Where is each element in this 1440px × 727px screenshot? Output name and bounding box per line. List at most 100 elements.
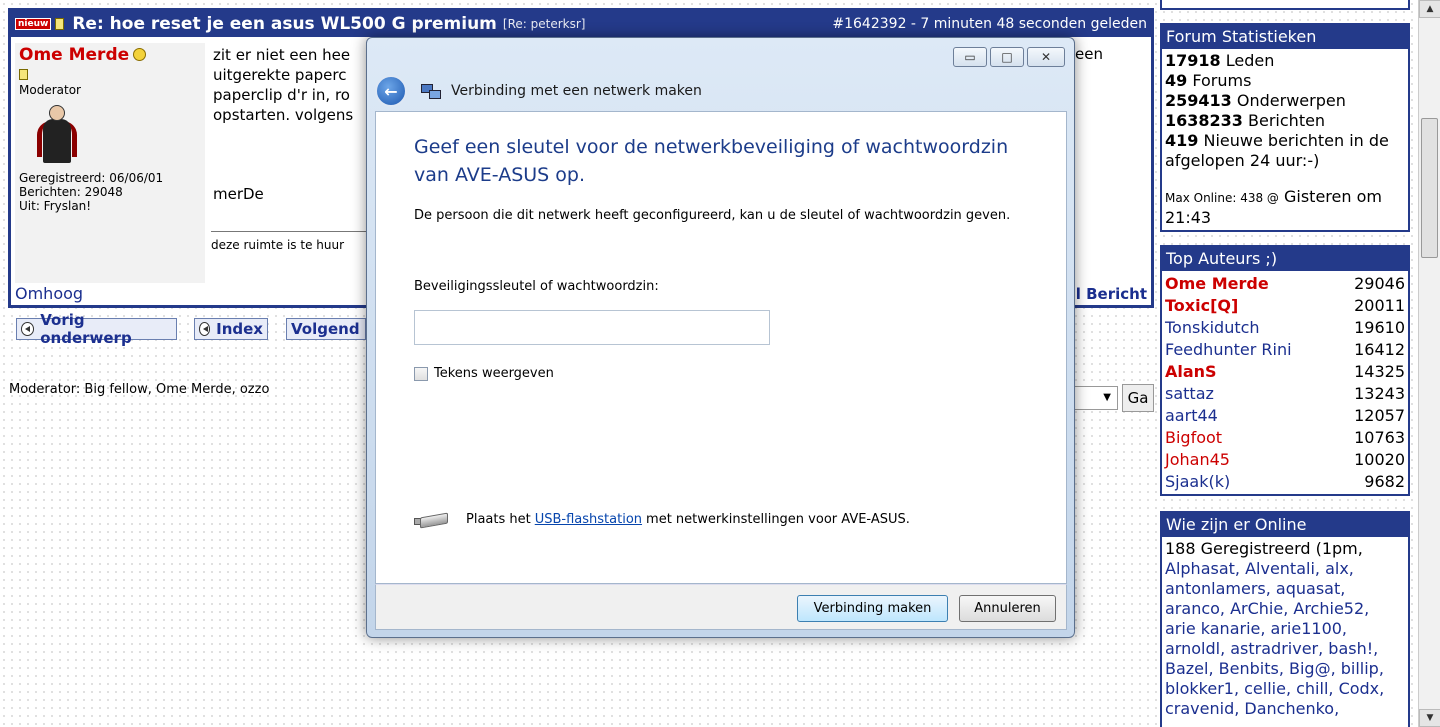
cancel-button[interactable]: Annuleren <box>959 595 1056 622</box>
author-column: Ome Merde Moderator Geregistreerd: 06/06… <box>15 43 205 283</box>
author-row: Ome Merde 29046 <box>1165 273 1405 295</box>
post-signature: merDe <box>213 185 264 203</box>
online-users-line[interactable]: Alphasat, Alventali, alx, <box>1165 559 1405 579</box>
online-users-list: 188 Geregistreerd (1pm, Alphasat, Alventa… <box>1162 537 1408 721</box>
author-row-count: 12057 <box>1354 406 1405 425</box>
arrow-up-icon <box>199 322 211 336</box>
author-row-name[interactable]: Ome Merde <box>1165 274 1269 294</box>
dialog-content: Geef een sleutel voor de netwerkbeveilig… <box>375 111 1067 584</box>
index-button[interactable]: Index <box>194 318 268 340</box>
minimize-button[interactable]: ▭ <box>953 47 987 67</box>
author-row-name[interactable]: Tonskidutch <box>1165 318 1260 338</box>
online-users-line[interactable]: blokker1, cellie, chill, Codx, <box>1165 679 1405 699</box>
stat-row: 1638233 Berichten <box>1165 111 1326 130</box>
author-row: Sjaak(k) 9682 <box>1165 471 1405 493</box>
online-users-line[interactable]: antonlamers, aquasat, <box>1165 579 1405 599</box>
network-icon <box>421 82 441 100</box>
online-users-line[interactable]: aranco, ArChie, Archie52, <box>1165 599 1405 619</box>
moderators-list: Moderator: Big fellow, Ome Merde, ozzo <box>9 382 270 397</box>
prev-topic-button[interactable]: Vorig onderwerp <box>16 311 177 347</box>
arrow-left-icon <box>21 322 35 336</box>
author-row: aart44 12057 <box>1165 405 1405 427</box>
show-characters-checkbox[interactable] <box>414 366 428 381</box>
security-key-input[interactable] <box>414 310 770 345</box>
author-row: Toxic[Q] 20011 <box>1165 295 1405 317</box>
online-users-line[interactable]: arnoldl, astradriver, bash!, <box>1165 639 1405 659</box>
next-topic-label: Volgend o <box>291 320 365 338</box>
author-row-name[interactable]: sattaz <box>1165 384 1214 404</box>
author-row: Johan45 10020 <box>1165 449 1405 471</box>
author-row-count: 29046 <box>1354 274 1405 293</box>
scroll-down-icon[interactable]: ▼ <box>1419 709 1440 727</box>
forum-jump-select[interactable]: ▼ <box>1072 386 1118 410</box>
avatar <box>37 105 77 165</box>
author-row-count: 13243 <box>1354 384 1405 403</box>
author-row-count: 10763 <box>1354 428 1405 447</box>
author-row-name[interactable]: Feedhunter Rini <box>1165 340 1292 360</box>
go-button[interactable]: Ga <box>1122 384 1154 412</box>
author-row-name[interactable]: aart44 <box>1165 406 1218 426</box>
online-users-line[interactable]: cravenid, Danchenko, <box>1165 699 1405 719</box>
maximize-icon: □ <box>1001 50 1013 64</box>
connect-button[interactable]: Verbinding maken <box>797 595 948 622</box>
author-row: sattaz 13243 <box>1165 383 1405 405</box>
new-badge: nieuw <box>15 18 52 30</box>
author-posts: Berichten: 29048 <box>19 185 123 199</box>
show-characters-label: Tekens weergeven <box>434 366 554 381</box>
moderator-badge-icon <box>19 69 28 80</box>
top-panel-edge <box>1160 0 1410 10</box>
stats-title: Forum Statistieken <box>1162 25 1408 49</box>
author-row: Feedhunter Rini 16412 <box>1165 339 1405 361</box>
stat-row: 49 Forums <box>1165 71 1252 90</box>
online-panel: Wie zijn er Online 188 Geregistreerd (1p… <box>1160 511 1410 727</box>
author-row-name[interactable]: Toxic[Q] <box>1165 296 1238 316</box>
maximize-button[interactable]: □ <box>990 47 1024 67</box>
prev-topic-label: Vorig onderwerp <box>40 311 132 347</box>
post-body-fragment: een <box>1075 45 1103 63</box>
usb-hint: Plaats het USB-flashstation met netwerki… <box>414 512 910 528</box>
stats-panel: Forum Statistieken 17918 Leden 49 Forums… <box>1160 23 1410 232</box>
author-row-name[interactable]: Johan45 <box>1165 450 1230 470</box>
dialog-title: Verbinding met een netwerk maken <box>451 83 702 99</box>
show-characters-toggle[interactable]: Tekens weergeven <box>414 366 554 381</box>
post-body-line: opstarten. volgens <box>213 106 354 124</box>
post-meta: #1642392 - 7 minuten 48 seconden geleden <box>832 16 1147 32</box>
usb-flash-link[interactable]: USB-flashstation <box>535 512 642 527</box>
author-role: Moderator <box>19 83 81 97</box>
max-online: Max Online: 438 @ Gisteren om 21:43 <box>1165 187 1382 227</box>
author-row-name[interactable]: Bigfoot <box>1165 428 1222 448</box>
post-body-line: paperclip d'r in, ro <box>213 86 350 104</box>
author-location: Uit: Fryslan! <box>19 199 92 213</box>
online-users-line[interactable]: 188 Geregistreerd (1pm, <box>1165 539 1405 559</box>
top-authors-list: Ome Merde 29046 Toxic[Q] 20011 Tonskidutch 19… <box>1162 271 1408 495</box>
post-footer-text: deze ruimte is te huur <box>211 238 345 252</box>
author-row: Bigfoot 10763 <box>1165 427 1405 449</box>
next-topic-button[interactable]: Volgend o <box>286 318 366 340</box>
author-row-count: 10020 <box>1354 450 1405 469</box>
up-link[interactable]: Omhoog <box>15 284 83 303</box>
mail-message-link[interactable]: il Bericht <box>1071 285 1147 303</box>
online-users-line[interactable]: Bazel, Benbits, Big@, billip, <box>1165 659 1405 679</box>
author-row: AlanS 14325 <box>1165 361 1405 383</box>
signature-divider <box>211 231 371 232</box>
page-scrollbar[interactable]: ▲ ▼ <box>1418 0 1440 727</box>
index-label: Index <box>216 320 263 338</box>
minimize-icon: ▭ <box>964 50 976 64</box>
author-name[interactable]: Ome Merde <box>19 45 129 65</box>
dialog-footer: Verbinding maken Annuleren <box>375 584 1067 630</box>
post-body-line: zit er niet een hee <box>213 46 351 64</box>
post-body: zit er niet een hee uitgerekte paperc pa… <box>213 45 373 125</box>
chevron-down-icon: ▼ <box>1103 392 1111 403</box>
author-row-name[interactable]: Sjaak(k) <box>1165 472 1230 492</box>
stat-row: 17918 Leden <box>1165 51 1275 70</box>
online-users-line[interactable]: arie kanarie, arie1100, <box>1165 619 1405 639</box>
connect-network-dialog: ▭ □ ✕ ← Verbinding met een netwerk maken… <box>366 37 1075 638</box>
post-title[interactable]: Re: hoe reset je een asus WL500 G premiu… <box>72 14 497 34</box>
author-row-count: 20011 <box>1354 296 1405 315</box>
back-button[interactable]: ← <box>375 75 407 107</box>
close-button[interactable]: ✕ <box>1027 47 1065 67</box>
author-row-name[interactable]: AlanS <box>1165 362 1217 382</box>
scroll-up-icon[interactable]: ▲ <box>1419 0 1440 18</box>
scroll-thumb[interactable] <box>1421 118 1438 258</box>
dialog-description: De persoon die dit netwerk heeft geconfi… <box>414 208 1011 223</box>
